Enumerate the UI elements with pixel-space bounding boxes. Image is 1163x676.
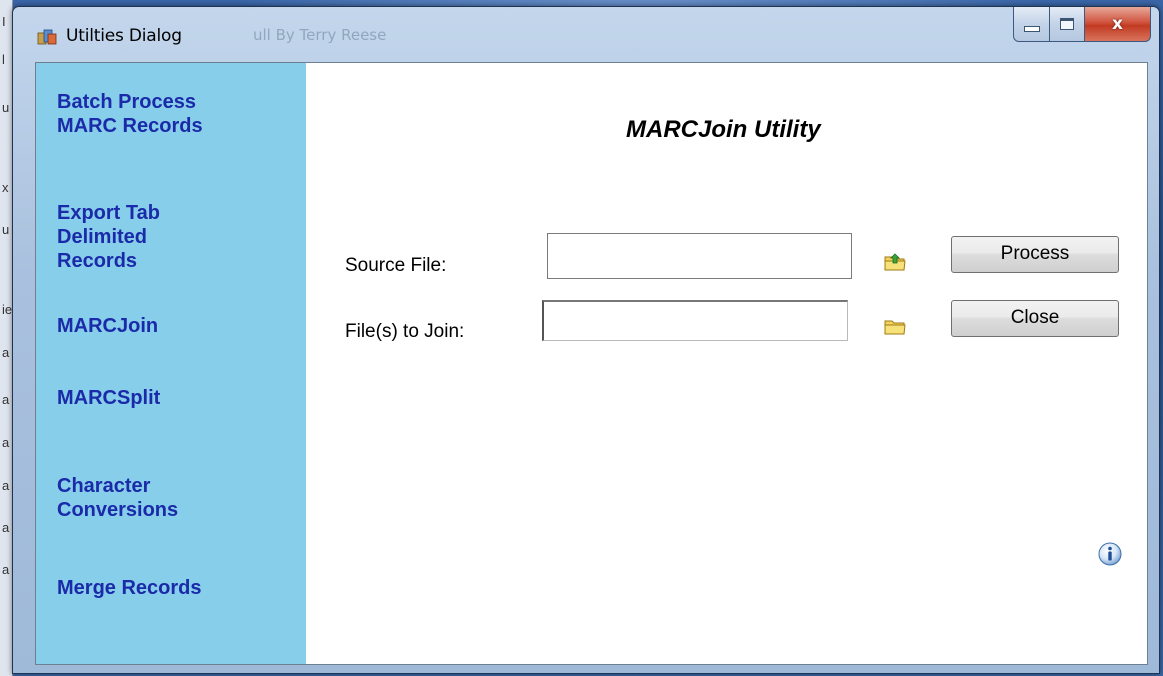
- folder-icon[interactable]: [884, 317, 906, 337]
- bg-fragment: a: [2, 345, 10, 360]
- files-to-join-label: File(s) to Join:: [345, 321, 465, 342]
- bg-fragment: I: [2, 14, 6, 29]
- page-title: MARCJoin Utility: [626, 116, 821, 143]
- utilities-dialog-window: Utilties Dialog ull By Terry Reese x Bat…: [12, 6, 1160, 674]
- app-icon: [37, 29, 57, 45]
- bg-fragment: ie: [2, 302, 13, 317]
- background-title-ghost: ull By Terry Reese: [253, 26, 387, 44]
- info-icon[interactable]: [1098, 542, 1122, 566]
- bg-fragment: x: [2, 180, 9, 195]
- bg-fragment: a: [2, 392, 10, 407]
- minimize-icon: [1023, 26, 1040, 32]
- process-button[interactable]: Process: [951, 236, 1119, 273]
- caption-buttons: x: [1013, 7, 1151, 43]
- bg-fragment: a: [2, 435, 10, 450]
- bg-fragment: a: [2, 562, 10, 577]
- close-button[interactable]: Close: [951, 300, 1119, 337]
- sidebar-item-marcjoin[interactable]: MARCJoin: [57, 314, 158, 338]
- folder-open-arrow-icon[interactable]: [884, 252, 906, 272]
- sidebar-item-export-tab-delimited[interactable]: Export Tab Delimited Records: [57, 201, 160, 273]
- bg-fragment: a: [2, 520, 10, 535]
- bg-fragment: u: [2, 222, 10, 237]
- maximize-button[interactable]: [1050, 7, 1085, 42]
- main-panel: MARCJoin Utility Source File: File(s) to…: [306, 63, 1147, 664]
- sidebar-item-marcsplit[interactable]: MARCSplit: [57, 386, 160, 410]
- source-file-label: Source File:: [345, 255, 447, 276]
- bg-fragment: a: [2, 478, 10, 493]
- sidebar-item-merge-records[interactable]: Merge Records: [57, 576, 202, 600]
- sidebar: Batch Process MARC Records Export Tab De…: [36, 63, 306, 664]
- files-to-join-input[interactable]: [542, 300, 848, 341]
- sidebar-item-batch-process[interactable]: Batch Process MARC Records: [57, 90, 203, 138]
- close-icon: x: [1112, 14, 1123, 34]
- dialog-client-area: Batch Process MARC Records Export Tab De…: [35, 62, 1148, 665]
- window-title: Utilties Dialog: [66, 26, 182, 46]
- maximize-icon: [1060, 18, 1074, 30]
- title-bar[interactable]: Utilties Dialog ull By Terry Reese x: [13, 7, 1159, 59]
- bg-fragment: u: [2, 100, 10, 115]
- source-file-input[interactable]: [547, 233, 852, 279]
- sidebar-item-character-conversions[interactable]: Character Conversions: [57, 474, 178, 522]
- bg-fragment: l: [2, 52, 5, 67]
- minimize-button[interactable]: [1013, 7, 1050, 42]
- close-window-button[interactable]: x: [1085, 7, 1151, 42]
